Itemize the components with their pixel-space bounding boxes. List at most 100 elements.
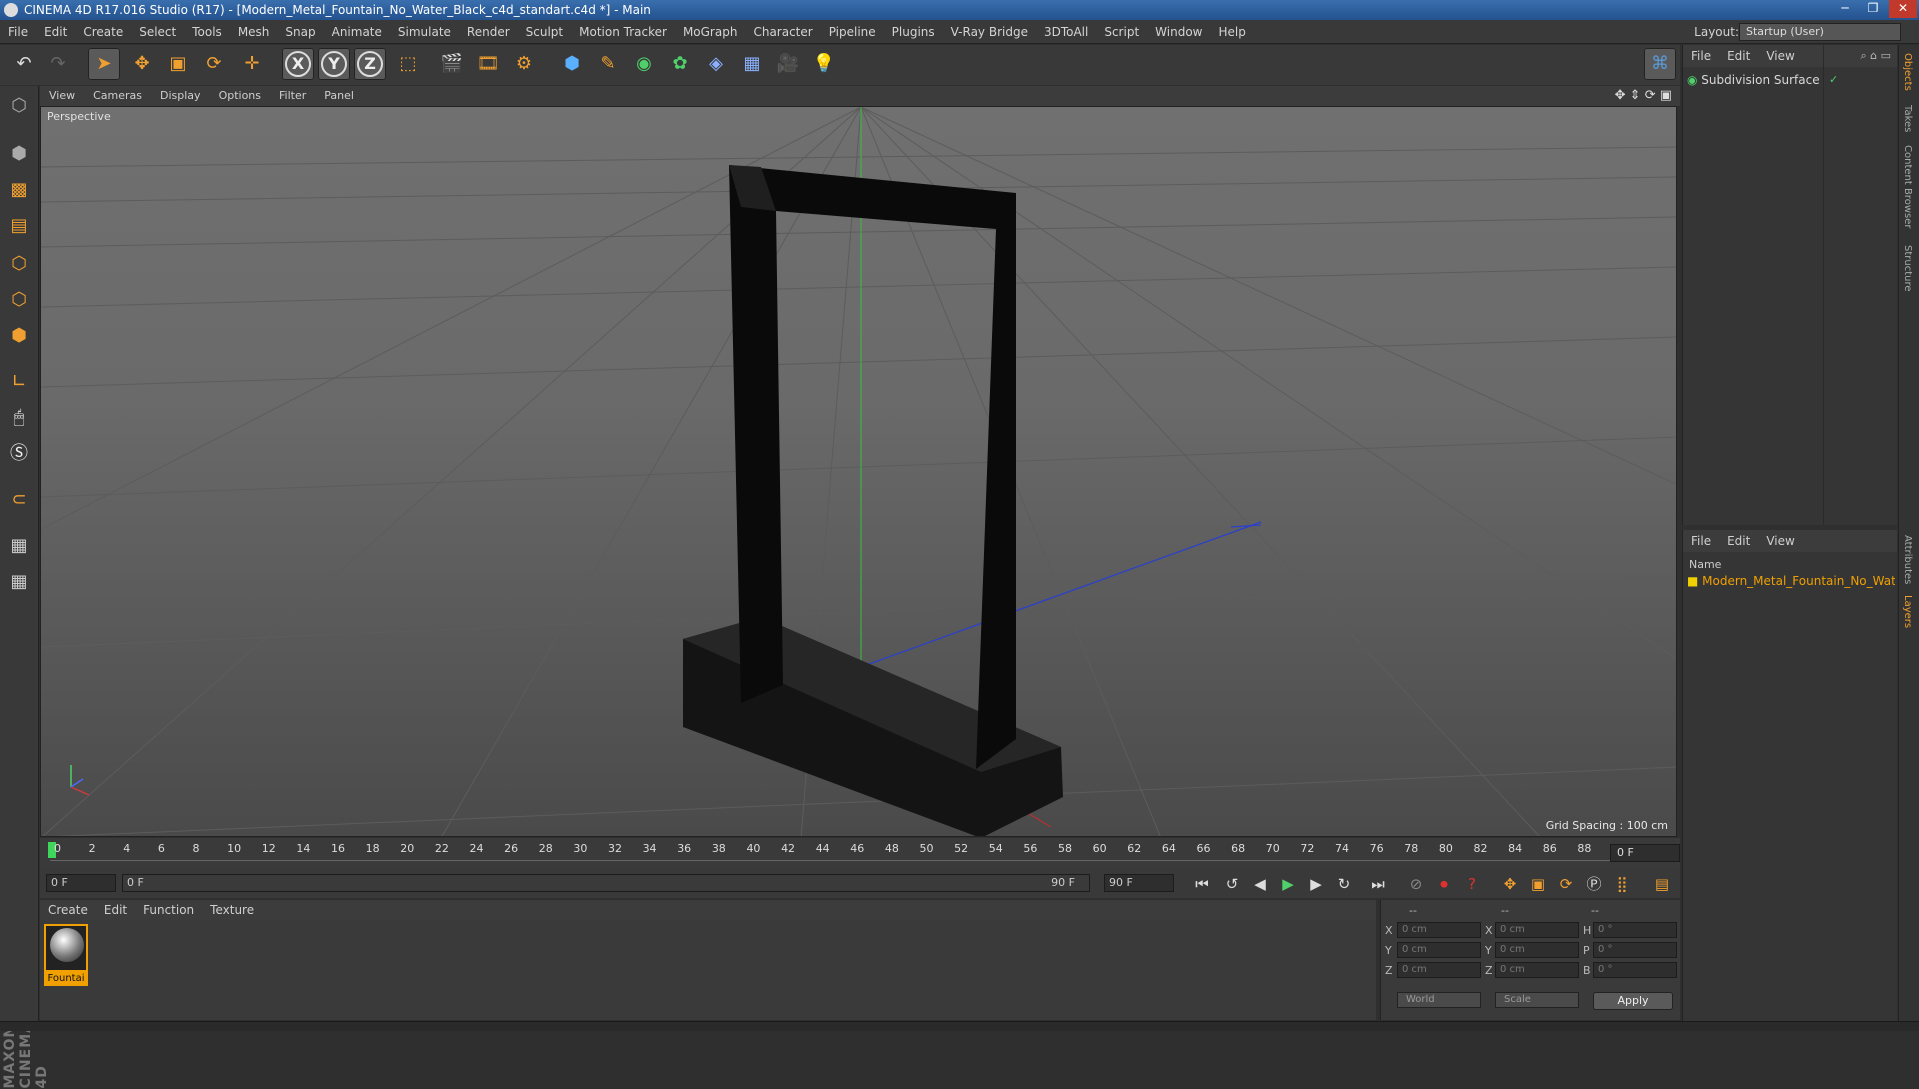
- menu-sculpt[interactable]: Sculpt: [518, 20, 571, 44]
- z-axis-icon[interactable]: Z: [354, 48, 386, 80]
- viewport-menu-display[interactable]: Display: [151, 86, 210, 106]
- object-menu-edit[interactable]: Edit: [1719, 45, 1758, 67]
- start-frame-field[interactable]: 0 F: [46, 874, 116, 892]
- axis-mode-icon[interactable]: ∟: [3, 366, 35, 398]
- autokey-icon[interactable]: ⏺: [1432, 872, 1456, 896]
- go-to-start-icon[interactable]: ⏮: [1190, 872, 1214, 896]
- menu-mograph[interactable]: MoGraph: [675, 20, 746, 44]
- menu-snap[interactable]: Snap: [277, 20, 323, 44]
- move-icon[interactable]: ✥: [126, 48, 158, 80]
- menu-select[interactable]: Select: [131, 20, 184, 44]
- play-icon[interactable]: ▶: [1276, 872, 1300, 896]
- object-tree-item[interactable]: ◉ Subdivision Surface: [1687, 73, 1820, 87]
- viewport-menu-view[interactable]: View: [40, 86, 84, 106]
- subdivision-icon[interactable]: ◉: [628, 48, 660, 80]
- x-axis-icon[interactable]: X: [282, 48, 314, 80]
- maximize-button[interactable]: ❐: [1859, 0, 1887, 18]
- layer-menu-view[interactable]: View: [1758, 530, 1802, 552]
- menu-character[interactable]: Character: [745, 20, 820, 44]
- size-mode-dropdown[interactable]: Scale: [1495, 992, 1579, 1008]
- scale-icon[interactable]: ▣: [162, 48, 194, 80]
- layer-menu-edit[interactable]: Edit: [1719, 530, 1758, 552]
- key-scale-icon[interactable]: ▣: [1526, 872, 1550, 896]
- end-frame-field[interactable]: 90 F: [1104, 874, 1174, 892]
- apply-button[interactable]: Apply: [1593, 992, 1673, 1010]
- pos-y-field[interactable]: 0 cm: [1397, 942, 1481, 958]
- viewport-menu-options[interactable]: Options: [210, 86, 270, 106]
- menu-animate[interactable]: Animate: [324, 20, 390, 44]
- record-keyframes-icon[interactable]: ⊘: [1404, 872, 1428, 896]
- menu-mesh[interactable]: Mesh: [230, 20, 278, 44]
- menu-simulate[interactable]: Simulate: [390, 20, 459, 44]
- menu-file[interactable]: File: [0, 20, 36, 44]
- object-manager-search-icon[interactable]: ⌕ ⌂ ▭: [1860, 49, 1891, 63]
- menu-create[interactable]: Create: [75, 20, 131, 44]
- menu-plugins[interactable]: Plugins: [884, 20, 943, 44]
- workplane-icon[interactable]: ▤: [3, 210, 35, 242]
- rot-b-field[interactable]: 0 °: [1593, 962, 1677, 978]
- model-mode-icon[interactable]: ⬢: [3, 138, 35, 170]
- previous-key-icon[interactable]: ↺: [1220, 872, 1244, 896]
- tab-layers[interactable]: Layers: [1902, 595, 1913, 628]
- tab-objects[interactable]: Objects: [1902, 53, 1913, 91]
- viewport-menu-filter[interactable]: Filter: [270, 86, 315, 106]
- coord-system-dropdown[interactable]: World: [1397, 992, 1481, 1008]
- menu-pipeline[interactable]: Pipeline: [821, 20, 884, 44]
- size-x-field[interactable]: 0 cm: [1495, 922, 1579, 938]
- make-editable-icon[interactable]: ⬡: [3, 90, 35, 122]
- cube-icon[interactable]: ⬢: [556, 48, 588, 80]
- viewport-perspective[interactable]: Perspective Grid Spacing : 100 cm: [40, 106, 1677, 837]
- solo-mode-icon[interactable]: Ⓢ: [3, 438, 35, 470]
- floor-icon[interactable]: ▦: [736, 48, 768, 80]
- tab-attributes[interactable]: Attributes: [1902, 535, 1913, 584]
- material-menu-texture[interactable]: Texture: [202, 900, 262, 920]
- pen-icon[interactable]: ✎: [592, 48, 624, 80]
- render-picture-viewer-icon[interactable]: 🎞: [472, 48, 504, 80]
- size-y-field[interactable]: 0 cm: [1495, 942, 1579, 958]
- menu-3dtoall[interactable]: 3DToAll: [1036, 20, 1096, 44]
- timeline-ruler[interactable]: 0 2 4 6 8 10 12 14 16 18 20 22 24 26 28 30 32 34 36 38 40 42 4…: [40, 838, 1680, 868]
- material-menu-create[interactable]: Create: [40, 900, 96, 920]
- python-icon[interactable]: ⌘: [1644, 48, 1676, 80]
- menu-motion-tracker[interactable]: Motion Tracker: [571, 20, 675, 44]
- coordinate-system-icon[interactable]: ⬚: [392, 48, 424, 80]
- range-slider[interactable]: 0 F 90 F: [122, 874, 1090, 892]
- points-mode-icon[interactable]: ⬡: [3, 248, 35, 280]
- timeline-window-icon[interactable]: ▤: [1650, 872, 1674, 896]
- viewport-menu-panel[interactable]: Panel: [315, 86, 363, 106]
- minimize-button[interactable]: ─: [1831, 0, 1859, 18]
- viewport-menu-cameras[interactable]: Cameras: [84, 86, 151, 106]
- deformer-icon[interactable]: ◈: [700, 48, 732, 80]
- tweak-mode-icon[interactable]: 🖱: [3, 402, 35, 434]
- rotate-icon[interactable]: ⟳: [198, 48, 230, 80]
- tab-takes[interactable]: Takes: [1902, 105, 1913, 132]
- edges-mode-icon[interactable]: ⬡: [3, 284, 35, 316]
- next-key-icon[interactable]: ↻: [1332, 872, 1356, 896]
- light-icon[interactable]: 💡: [808, 48, 840, 80]
- object-menu-view[interactable]: View: [1758, 45, 1802, 67]
- object-visibility-check-icon[interactable]: ✓: [1829, 73, 1838, 86]
- tab-structure[interactable]: Structure: [1902, 245, 1913, 292]
- viewport-nav-icons[interactable]: ✥ ⇕ ⟳ ▣: [1615, 88, 1672, 103]
- menu-vray-bridge[interactable]: V-Ray Bridge: [943, 20, 1036, 44]
- menu-tools[interactable]: Tools: [184, 20, 230, 44]
- close-button[interactable]: ✕: [1889, 0, 1917, 18]
- y-axis-icon[interactable]: Y: [318, 48, 350, 80]
- key-rotation-icon[interactable]: ⟳: [1554, 872, 1578, 896]
- render-settings-icon[interactable]: ⚙: [508, 48, 540, 80]
- key-pla-icon[interactable]: ⣿: [1610, 872, 1634, 896]
- material-label[interactable]: Fountai: [44, 972, 88, 986]
- layer-menu-file[interactable]: File: [1683, 530, 1719, 552]
- select-arrow-icon[interactable]: ➤: [88, 48, 120, 80]
- go-to-end-icon[interactable]: ⏭: [1366, 872, 1390, 896]
- layer-item[interactable]: ■ Modern_Metal_Fountain_No_Water_Black: [1687, 574, 1895, 588]
- undo-icon[interactable]: ↶: [8, 48, 40, 80]
- key-parameter-icon[interactable]: Ⓟ: [1582, 872, 1606, 896]
- rot-p-field[interactable]: 0 °: [1593, 942, 1677, 958]
- pos-x-field[interactable]: 0 cm: [1397, 922, 1481, 938]
- menu-window[interactable]: Window: [1147, 20, 1210, 44]
- next-frame-icon[interactable]: ▶: [1304, 872, 1328, 896]
- menu-help[interactable]: Help: [1210, 20, 1253, 44]
- material-menu-function[interactable]: Function: [135, 900, 202, 920]
- move-plus-icon[interactable]: ✛: [236, 48, 268, 80]
